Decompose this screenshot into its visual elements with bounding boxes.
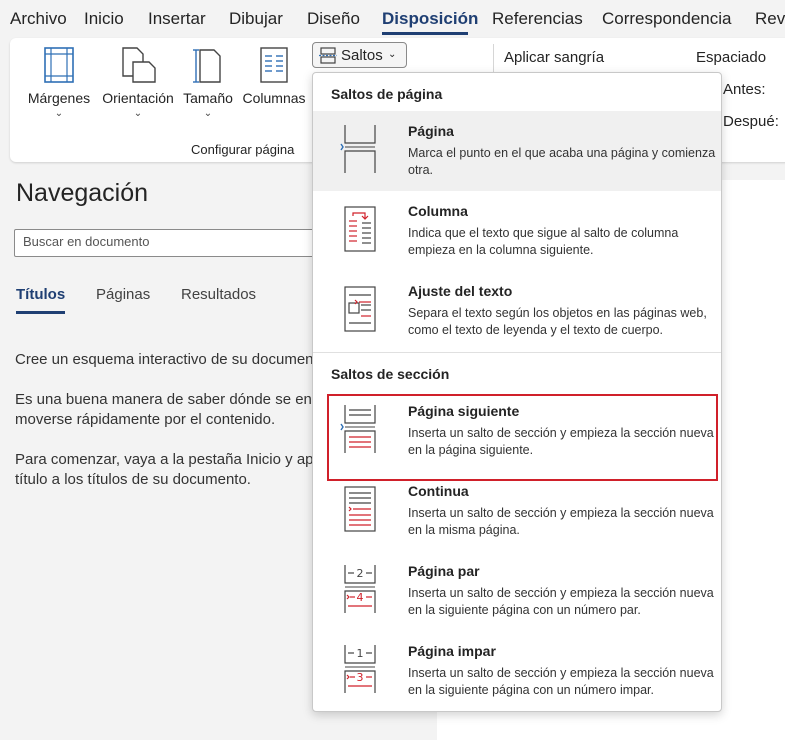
tab-inicio[interactable]: Inicio: [84, 9, 124, 29]
active-tab-indicator: [382, 32, 468, 35]
orientation-icon: [122, 47, 156, 83]
tab-revisar[interactable]: Revi: [755, 9, 785, 29]
breaks-label: Saltos: [341, 47, 383, 64]
orientation-label: Orientación: [102, 90, 174, 106]
item-description: Inserta un salto de sección y empieza la…: [408, 506, 714, 537]
margins-label: Márgenes: [27, 90, 91, 106]
break-page-item[interactable]: Página Marca el punto en el que acaba un…: [313, 111, 721, 191]
item-title: Continua: [408, 483, 469, 499]
tab-disposicion[interactable]: Disposición: [382, 9, 478, 29]
svg-text:3: 3: [357, 671, 364, 684]
break-even-page-item[interactable]: 2 4 Página par Inserta un salto de secci…: [313, 551, 721, 631]
text-wrap-icon: [344, 286, 376, 332]
chevron-down-icon: ⌄: [133, 108, 143, 119]
section-page-breaks: Saltos de página: [331, 86, 443, 102]
spacing-before-label: Antes:: [723, 81, 766, 98]
spacing-after-label: Despué:: [723, 113, 779, 130]
size-icon: [193, 49, 221, 83]
tab-headings[interactable]: Títulos: [16, 286, 65, 303]
columns-button[interactable]: Columnas: [240, 46, 308, 106]
nav-help-text-2a: Es una buena manera de saber dónde se en…: [15, 391, 375, 408]
page-break-icon: [340, 125, 376, 173]
highlight-box: [327, 394, 718, 481]
nav-help-text-2b: moverse rápidamente por el contenido.: [15, 411, 276, 428]
tab-archivo[interactable]: Archivo: [10, 9, 67, 29]
tab-pages[interactable]: Páginas: [96, 286, 150, 303]
tab-insertar[interactable]: Insertar: [148, 9, 206, 29]
chevron-down-icon: ⌄: [203, 108, 213, 119]
column-break-icon: [344, 206, 376, 252]
break-column-item[interactable]: Columna Indica que el texto que sigue al…: [313, 191, 721, 271]
chevron-down-icon: ⌄: [388, 49, 397, 60]
search-input[interactable]: Buscar en documento: [14, 229, 324, 257]
orientation-button[interactable]: Orientación ⌄: [100, 46, 176, 119]
section-divider: [313, 352, 721, 353]
break-text-wrap-item[interactable]: Ajuste del texto Separa el texto según l…: [313, 271, 721, 351]
item-title: Columna: [408, 203, 468, 219]
nav-help-text-3a: Para comenzar, vaya a la pestaña Inicio …: [15, 451, 413, 468]
margins-button[interactable]: Márgenes ⌄: [26, 46, 92, 119]
ribbon-separator: [493, 44, 494, 74]
menu-tabs: Archivo Inicio Insertar Dibujar Diseño D…: [0, 0, 785, 38]
breaks-dropdown: Saltos de página Página Marca el punto e…: [312, 72, 722, 712]
item-title: Página impar: [408, 643, 496, 659]
item-description: Separa el texto según los objetos en las…: [408, 306, 707, 337]
item-title: Página par: [408, 563, 480, 579]
svg-text:1: 1: [357, 647, 364, 660]
section-section-breaks: Saltos de sección: [331, 366, 450, 382]
item-description: Inserta un salto de sección y empieza la…: [408, 586, 714, 617]
tab-referencias[interactable]: Referencias: [492, 9, 583, 29]
indent-label: Aplicar sangría: [504, 49, 605, 66]
chevron-down-icon: ⌄: [54, 108, 64, 119]
size-label: Tamaño: [183, 90, 233, 106]
item-description: Indica que el texto que sigue al salto d…: [408, 226, 679, 257]
nav-help-text-1: Cree un esquema interactivo de su docume…: [15, 351, 327, 368]
columns-icon: [260, 47, 288, 83]
tab-dibujar[interactable]: Dibujar: [229, 9, 283, 29]
margins-icon: [44, 47, 74, 83]
nav-active-tab-indicator: [16, 311, 65, 314]
tab-results[interactable]: Resultados: [181, 286, 256, 303]
tab-diseno[interactable]: Diseño: [307, 9, 360, 29]
item-title: Ajuste del texto: [408, 283, 513, 299]
breaks-button[interactable]: Saltos ⌄: [312, 42, 407, 68]
svg-text:4: 4: [357, 591, 364, 604]
item-description: Marca el punto en el que acaba una págin…: [408, 146, 716, 177]
item-description: Inserta un salto de sección y empieza la…: [408, 666, 714, 697]
navigation-title: Navegación: [16, 179, 149, 207]
break-continuous-item[interactable]: Continua Inserta un salto de sección y e…: [313, 471, 721, 551]
svg-text:2: 2: [357, 567, 364, 580]
spacing-label: Espaciado: [696, 49, 767, 66]
nav-help-text-3b: título a los títulos de su documento.: [15, 471, 251, 488]
even-page-icon: 2 4: [344, 565, 376, 613]
size-button[interactable]: Tamaño ⌄: [180, 46, 236, 119]
columns-label: Columnas: [242, 90, 306, 106]
group-label-page-setup: Configurar página: [191, 142, 295, 157]
odd-page-icon: 1 3: [344, 645, 376, 693]
item-title: Página: [408, 123, 454, 139]
break-odd-page-item[interactable]: 1 3 Página impar Inserta un salto de sec…: [313, 631, 721, 711]
continuous-icon: [344, 486, 376, 532]
breaks-icon: [319, 47, 337, 64]
tab-correspondencia[interactable]: Correspondencia: [602, 9, 731, 29]
